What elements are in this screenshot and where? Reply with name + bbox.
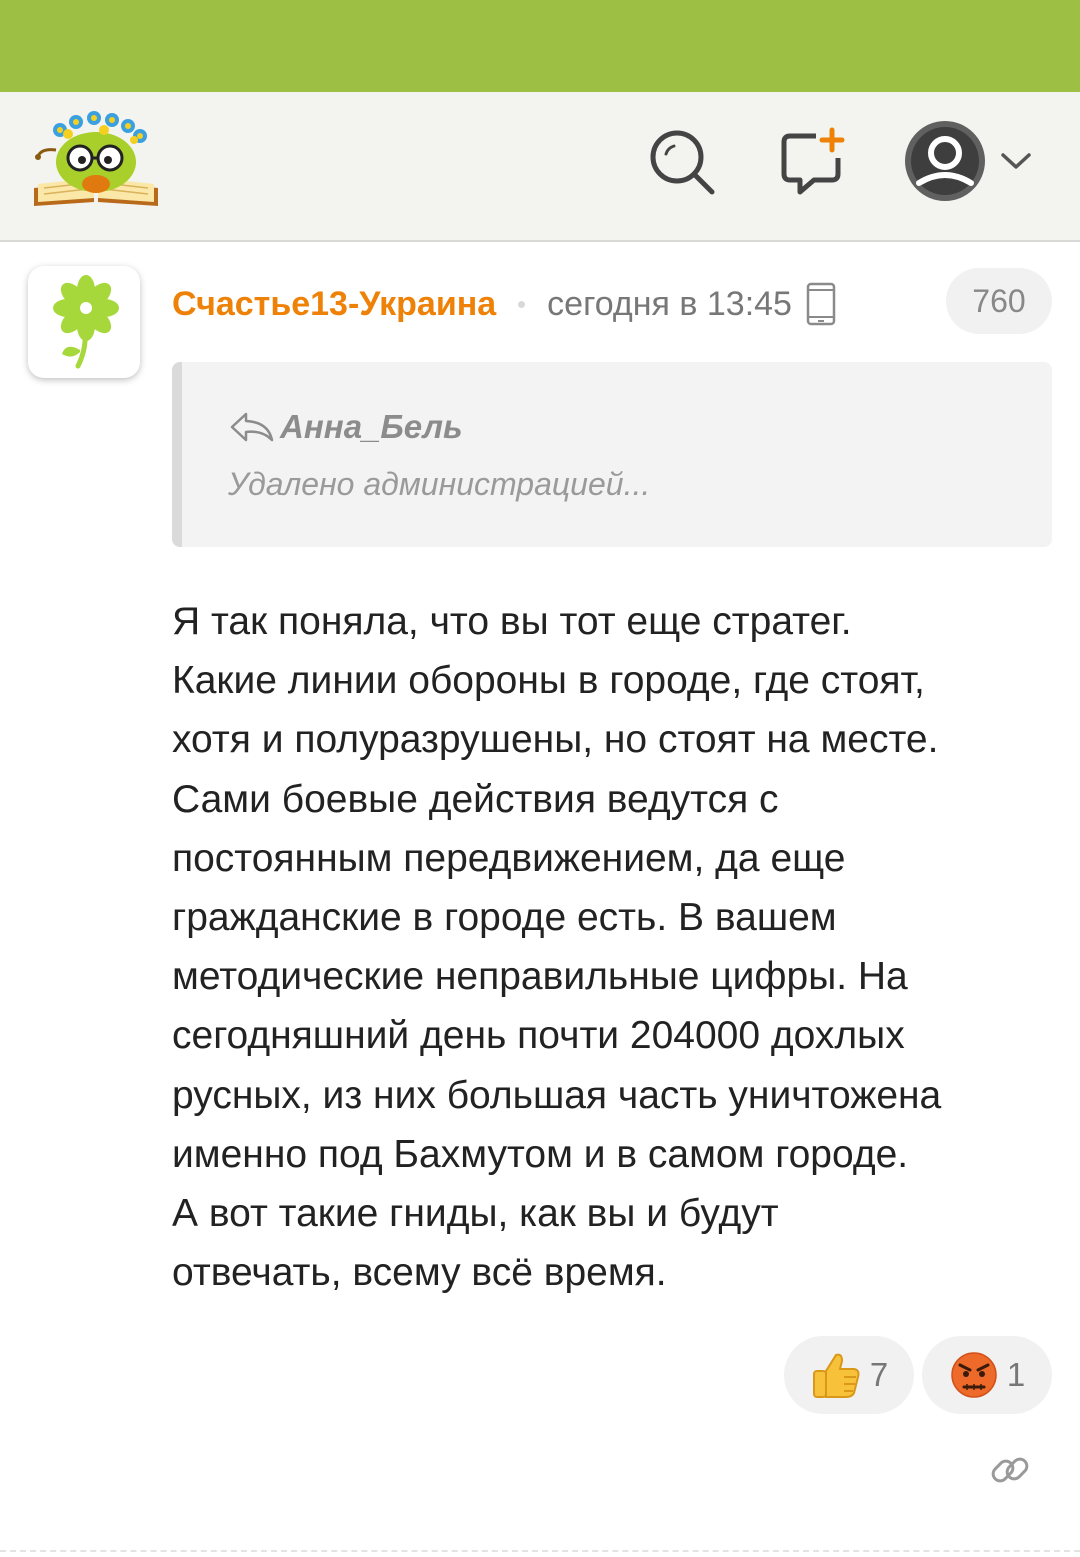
search-button[interactable]: [642, 122, 722, 202]
angry-face-icon: [951, 1352, 997, 1398]
like-reaction-button[interactable]: 7: [784, 1336, 914, 1414]
body-line: хотя и полуразрушены, но стоят на месте.: [172, 718, 939, 762]
status-bar: [0, 0, 1080, 92]
comment-body: Я так поняла, что вы тот еще стратег. Ка…: [172, 592, 1062, 1302]
new-message-button[interactable]: [772, 122, 852, 202]
chevron-down-icon: [1001, 153, 1031, 169]
mobile-phone-icon: [806, 282, 836, 326]
thumbs-up-icon: [812, 1353, 860, 1398]
comment-meta: Счастье13-Украина сегодня в 13:45: [172, 280, 836, 328]
angry-count: 1: [1006, 1356, 1026, 1393]
clover-flower-icon: [53, 275, 119, 369]
copy-link-button[interactable]: [980, 1440, 1040, 1500]
comment-timestamp: сегодня в 13:45: [547, 284, 792, 323]
search-icon: [650, 130, 715, 195]
body-line: постоянным передвижением, да еще: [172, 836, 846, 880]
body-line: А вот такие гниды, как вы и будут: [172, 1192, 779, 1236]
quote-author-row: Анна_Бель: [228, 408, 463, 446]
angry-reaction-button[interactable]: 1: [922, 1336, 1052, 1414]
site-logo-icon[interactable]: [30, 110, 162, 210]
author-avatar[interactable]: [28, 266, 140, 378]
quoted-reply[interactable]: Анна_Бель Удалено администрацией...: [172, 362, 1052, 547]
body-line: русных, из них большая часть уничтожена: [172, 1073, 942, 1117]
body-line: Я так поняла, что вы тот еще стратег.: [172, 600, 852, 643]
body-line: методические неправильные цифры. На: [172, 955, 908, 999]
body-line: именно под Бахмутом и в самом городе.: [172, 1132, 909, 1176]
separator-dot: [518, 300, 526, 308]
link-icon: [991, 1457, 1029, 1483]
author-name[interactable]: Счастье13-Украина: [172, 285, 496, 324]
profile-menu-button[interactable]: [898, 118, 1038, 204]
like-count: 7: [869, 1356, 889, 1393]
body-line: Сами боевые действия ведутся с: [172, 777, 779, 821]
body-line: гражданские в городе есть. В вашем: [172, 896, 837, 940]
body-line: сегодняшний день почти 204000 дохлых: [172, 1014, 905, 1058]
compose-message-icon: [781, 127, 845, 195]
user-avatar-icon: [905, 121, 985, 201]
quote-text: Удалено администрацией...: [228, 466, 651, 502]
body-line: Какие линии обороны в городе, где стоят,: [172, 659, 925, 703]
quote-author: Анна_Бель: [280, 408, 463, 445]
body-line: отвечать, всему всё время.: [172, 1251, 667, 1295]
comment-card: Счастье13-Украина сегодня в 13:45 760 Ан…: [0, 242, 1080, 1557]
top-navigation-bar: [0, 92, 1080, 242]
comment-divider: [0, 1550, 1080, 1552]
reply-arrow-icon: [230, 412, 274, 442]
comment-count-badge: 760: [946, 268, 1052, 334]
